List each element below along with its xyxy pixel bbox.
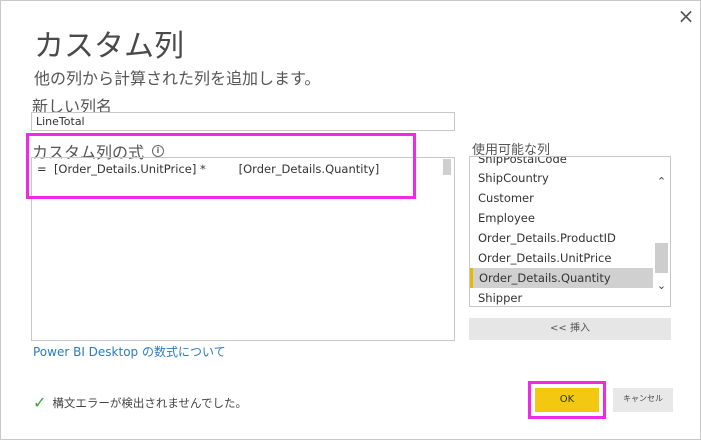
close-icon[interactable]: × — [675, 5, 697, 27]
list-item-selected[interactable]: Order_Details.Quantity — [470, 268, 653, 288]
formula-scrollbar-thumb[interactable] — [443, 159, 451, 175]
ok-button[interactable]: OK — [535, 388, 599, 412]
dialog-title: カスタム列 — [34, 29, 184, 64]
new-column-name-input[interactable] — [31, 112, 455, 131]
list-item[interactable]: Customer — [470, 188, 653, 208]
dialog-subtitle: 他の列から計算された列を追加します。 — [34, 69, 321, 88]
list-item[interactable]: Order_Details.UnitPrice — [470, 248, 653, 268]
status-message: ✓ 構文エラーが検出されませんでした。 — [33, 393, 247, 412]
cancel-button[interactable]: キャンセル — [613, 388, 673, 412]
list-item[interactable]: Employee — [470, 208, 653, 228]
status-text: 構文エラーが検出されませんでした。 — [52, 395, 247, 410]
scroll-up-icon[interactable]: ⌃ — [653, 175, 670, 189]
formula-help-link[interactable]: Power BI Desktop の数式について — [33, 343, 226, 360]
scroll-down-icon[interactable]: ⌄ — [653, 279, 670, 293]
check-icon: ✓ — [33, 393, 47, 412]
custom-column-dialog: × カスタム列 他の列から計算された列を追加します。 新しい列名 カスタム列の式… — [0, 0, 701, 440]
available-columns-list[interactable]: ShipPostalCode ShipCountry Customer Empl… — [469, 156, 671, 307]
columns-scrollbar[interactable]: ⌃ ⌄ — [653, 157, 670, 306]
scrollbar-thumb[interactable] — [655, 243, 668, 273]
list-item[interactable]: Order_Details.ProductID — [470, 228, 653, 248]
formula-highlight-box — [26, 133, 416, 199]
list-item[interactable]: Shipper — [470, 288, 653, 306]
insert-button[interactable]: << 挿入 — [469, 318, 671, 340]
list-item[interactable]: ShipCountry — [470, 168, 653, 188]
